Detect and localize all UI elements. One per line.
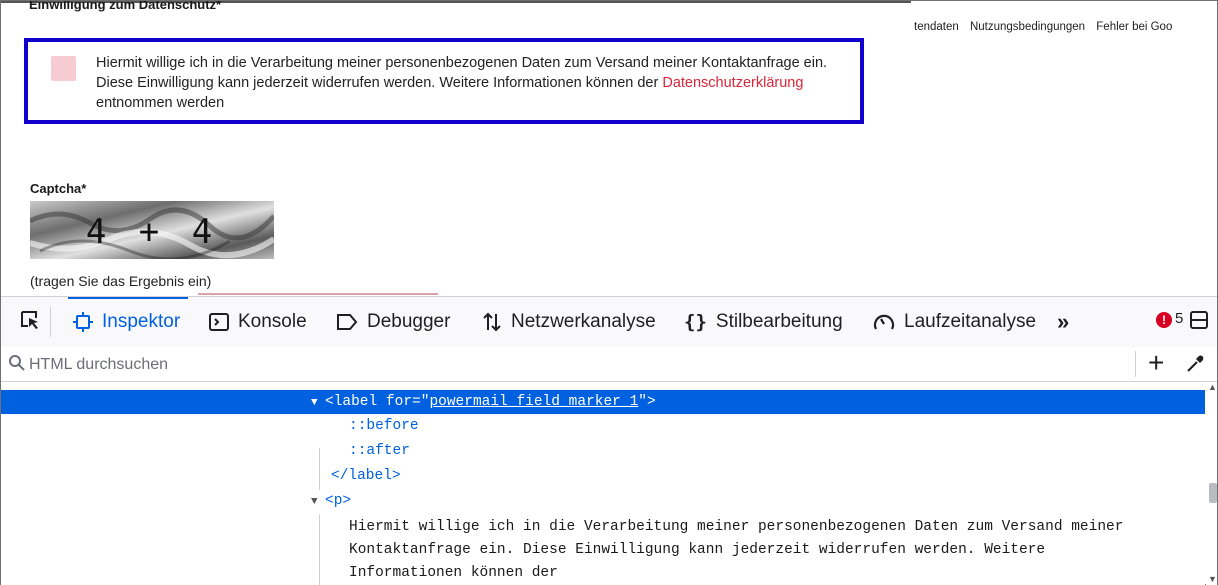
consent-section-title: Einwilligung zum Datenschutz* bbox=[29, 1, 222, 12]
label-attr-value[interactable]: powermail_field_marker_1 bbox=[429, 394, 638, 410]
tree-row-label[interactable]: ▼ <label for="powermail_field_marker_1"> bbox=[1, 390, 1205, 414]
privacy-policy-link[interactable]: Datenschutzerklärung bbox=[662, 75, 803, 91]
error-icon[interactable]: ! bbox=[1156, 312, 1172, 328]
input-edge bbox=[198, 293, 438, 295]
tree-text-line[interactable]: Hiermit willige ich in die Verarbeitung … bbox=[1, 515, 1205, 539]
captcha-image: 4 + 4 bbox=[30, 201, 274, 259]
tree-row-p[interactable]: ▼ <p> bbox=[1, 489, 1205, 513]
network-icon bbox=[483, 312, 501, 332]
debugger-icon bbox=[337, 314, 358, 330]
consent-highlight-box: Hiermit willige ich in die Verarbeitung … bbox=[24, 38, 864, 124]
markup-scrollbar[interactable]: ▲ ▼ bbox=[1206, 382, 1217, 585]
html-search-input[interactable] bbox=[27, 352, 831, 378]
tree-text-line[interactable]: Informationen können der bbox=[1, 561, 1205, 585]
tab-label: Konsole bbox=[238, 311, 307, 332]
collapse-twisty-icon[interactable]: ▼ bbox=[311, 391, 325, 415]
scroll-thumb[interactable] bbox=[1209, 483, 1217, 503]
style-editor-icon: {} bbox=[684, 310, 707, 333]
consent-checkbox[interactable] bbox=[51, 56, 76, 81]
captcha-image-text: 4 + 4 bbox=[86, 212, 218, 252]
page-viewport: Einwilligung zum Datenschutz* tendaten N… bbox=[1, 1, 1217, 295]
consent-text: Hiermit willige ich in die Verarbeitung … bbox=[96, 53, 856, 113]
tab-label: Inspektor bbox=[102, 311, 181, 332]
tab-console[interactable]: Konsole bbox=[209, 297, 307, 347]
tree-text-line[interactable]: Kontaktanfrage ein. Diese Einwilligung k… bbox=[1, 538, 1205, 562]
captcha-label: Captcha* bbox=[30, 181, 87, 196]
pseudo-after: ::after bbox=[349, 443, 410, 459]
p-open-tag: <p> bbox=[325, 493, 352, 509]
error-count[interactable]: 5 bbox=[1175, 310, 1183, 327]
tab-style-editor[interactable]: {} Stilbearbeitung bbox=[684, 297, 843, 347]
label-open-tag: <label bbox=[325, 394, 386, 410]
tab-debugger[interactable]: Debugger bbox=[336, 297, 450, 347]
captcha-hint: (tragen Sie das Ergebnis ein) bbox=[30, 273, 212, 289]
text-node-line: Kontaktanfrage ein. Diese Einwilligung k… bbox=[349, 542, 1046, 558]
toolbar-separator bbox=[50, 307, 51, 337]
search-separator bbox=[1135, 351, 1136, 377]
tab-performance[interactable]: Laufzeitanalyse bbox=[873, 297, 1036, 347]
scroll-up-icon[interactable]: ▲ bbox=[1208, 382, 1217, 392]
element-picker-icon[interactable] bbox=[19, 309, 41, 331]
label-attr-name: for= bbox=[385, 394, 421, 410]
text-node-line: Hiermit willige ich in die Verarbeitung … bbox=[349, 519, 1124, 535]
dock-layout-icon[interactable] bbox=[1190, 311, 1208, 329]
html-search-bar: + bbox=[1, 347, 1217, 382]
footer-links: tendaten Nutzungsbedingungen Fehler bei … bbox=[914, 21, 1180, 33]
tab-label: Laufzeitanalyse bbox=[904, 311, 1037, 332]
tab-inspector[interactable]: Inspektor bbox=[67, 297, 189, 347]
label-close-tag: </label> bbox=[331, 468, 401, 484]
tab-network[interactable]: Netzwerkanalyse bbox=[482, 297, 656, 347]
markup-tree: · · · · · · · · · · · · · · · · ▼<label … bbox=[1, 382, 1205, 585]
tabs-overflow-button[interactable]: » bbox=[1057, 297, 1069, 347]
pseudo-before: ::before bbox=[349, 418, 419, 434]
search-icon bbox=[9, 355, 25, 371]
inspector-icon bbox=[73, 312, 93, 332]
consent-text-end: entnommen werden bbox=[96, 95, 225, 111]
footer-link-fehler[interactable]: Fehler bei Goo bbox=[1096, 21, 1172, 33]
label-open-tag-end: "> bbox=[638, 394, 656, 410]
text-node-line: Informationen können der bbox=[349, 565, 558, 581]
devtools-toolbar: Inspektor Konsole Debugger Netzwerkanaly… bbox=[1, 296, 1217, 348]
tree-row-after[interactable]: ::after bbox=[1, 439, 1205, 463]
tree-row-before[interactable]: ::before bbox=[1, 414, 1205, 438]
tab-label: Netzwerkanalyse bbox=[511, 311, 656, 332]
clipped-row: · · · · · · · · · · · · · · · · bbox=[331, 382, 601, 388]
tree-row-label-close[interactable]: </label> bbox=[1, 464, 1205, 488]
tab-label: Stilbearbeitung bbox=[715, 311, 843, 332]
eyedropper-icon[interactable] bbox=[1185, 354, 1205, 374]
tab-label: Debugger bbox=[367, 311, 451, 332]
collapse-twisty-icon[interactable]: ▼ bbox=[311, 490, 325, 514]
performance-icon bbox=[873, 314, 895, 330]
footer-link-nutzungsbedingungen[interactable]: Nutzungsbedingungen bbox=[970, 21, 1085, 33]
footer-link-stammdaten[interactable]: tendaten bbox=[914, 21, 959, 33]
add-node-button[interactable]: + bbox=[1148, 347, 1164, 379]
scroll-down-icon[interactable]: ▼ bbox=[1208, 574, 1217, 584]
console-icon bbox=[209, 313, 229, 331]
